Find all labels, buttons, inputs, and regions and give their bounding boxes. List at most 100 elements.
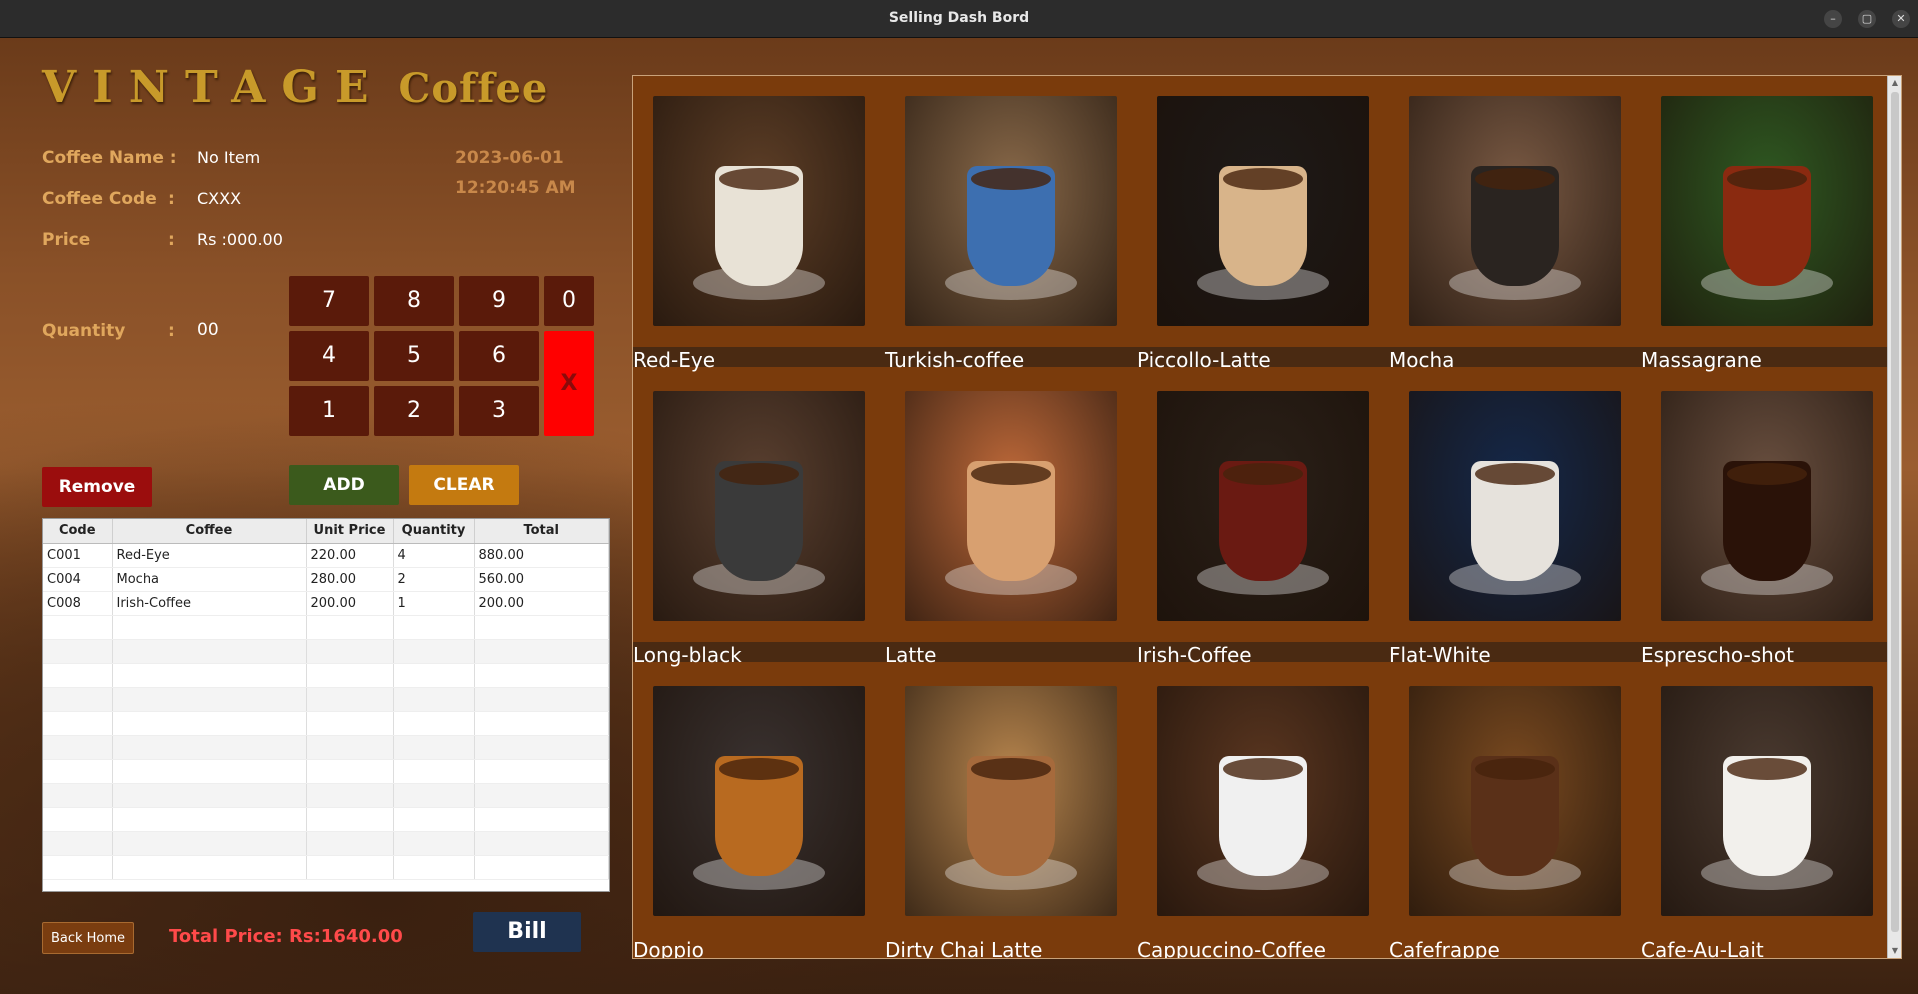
cell-code: C001: [43, 543, 113, 568]
time-display: 12:20:45 AM: [455, 178, 576, 198]
cell-code: C004: [43, 567, 113, 592]
product-photo[interactable]: [905, 96, 1117, 326]
cell-unit-price: 220.00: [306, 543, 394, 568]
empty-table-row: [43, 831, 609, 856]
cell-total: 560.00: [474, 567, 609, 592]
keypad-9[interactable]: 9: [459, 276, 539, 326]
product-name: Red-Eye: [633, 348, 715, 372]
product-photo[interactable]: [905, 391, 1117, 621]
column-header-code[interactable]: Code: [43, 519, 113, 544]
product-name: Massagrane: [1641, 348, 1762, 372]
keypad-0[interactable]: 0: [544, 276, 594, 326]
brand-word-vintage: VINTAGE: [42, 62, 385, 113]
empty-table-row: [43, 663, 609, 688]
keypad-clear-x[interactable]: X: [544, 331, 594, 436]
product-name: Turkish-coffee: [885, 348, 1025, 372]
cell-unit-price: 200.00: [306, 591, 394, 616]
cell-quantity: 2: [393, 567, 475, 592]
scroll-down-icon[interactable]: ▼: [1888, 944, 1901, 958]
product-photo[interactable]: [653, 96, 865, 326]
product-photo[interactable]: [1409, 391, 1621, 621]
close-icon[interactable]: ✕: [1892, 10, 1910, 28]
product-photo[interactable]: [653, 391, 865, 621]
selling-dashboard: VINTAGE Coffee Coffee Name : No Item Coff…: [0, 38, 1918, 994]
product-photo[interactable]: [1661, 686, 1873, 916]
coffee-name-value: No Item: [197, 148, 261, 167]
maximize-icon[interactable]: ▢: [1858, 10, 1876, 28]
keypad-7[interactable]: 7: [289, 276, 369, 326]
product-photo[interactable]: [653, 686, 865, 916]
product-photo[interactable]: [1157, 391, 1369, 621]
add-button[interactable]: ADD: [289, 465, 399, 505]
product-name: Doppio: [633, 938, 704, 959]
product-name: Cafe-Au-Lait: [1641, 938, 1764, 959]
total-price: Total Price: Rs:1640.00: [169, 926, 403, 947]
cell-total: 200.00: [474, 591, 609, 616]
column-header-coffee[interactable]: Coffee: [112, 519, 307, 544]
cell-coffee: Irish-Coffee: [112, 591, 307, 616]
coffee-surface-shape: [971, 168, 1051, 190]
product-photo[interactable]: [1661, 96, 1873, 326]
order-table[interactable]: Code Coffee Unit Price Quantity Total C0…: [42, 518, 610, 892]
coffee-surface-shape: [1475, 463, 1555, 485]
product-name: Esprescho-shot: [1641, 643, 1794, 667]
brand-logo: VINTAGE Coffee: [42, 62, 548, 113]
keypad-3[interactable]: 3: [459, 386, 539, 436]
coffee-surface-shape: [1475, 758, 1555, 780]
cell-total: 880.00: [474, 543, 609, 568]
column-header-quantity[interactable]: Quantity: [393, 519, 475, 544]
product-photo[interactable]: [1157, 686, 1369, 916]
cell-unit-price: 280.00: [306, 567, 394, 592]
empty-table-row: [43, 711, 609, 736]
coffee-code-value: CXXX: [197, 189, 242, 208]
coffee-surface-shape: [719, 168, 799, 190]
product-photo[interactable]: [1661, 391, 1873, 621]
keypad-5[interactable]: 5: [374, 331, 454, 381]
keypad-4[interactable]: 4: [289, 331, 369, 381]
empty-table-row: [43, 687, 609, 712]
cell-coffee: Mocha: [112, 567, 307, 592]
product-photo[interactable]: [1409, 96, 1621, 326]
quantity-label: Quantity: [42, 321, 126, 341]
vertical-scrollbar[interactable]: ▲ ▼: [1887, 76, 1901, 958]
table-row[interactable]: C004 Mocha 280.00 2 560.00: [43, 567, 609, 592]
product-name: Flat-White: [1389, 643, 1491, 667]
price-label: Price: [42, 230, 91, 250]
scroll-up-icon[interactable]: ▲: [1888, 76, 1901, 90]
table-row[interactable]: C001 Red-Eye 220.00 4 880.00: [43, 543, 609, 568]
cell-quantity: 4: [393, 543, 475, 568]
empty-table-row: [43, 759, 609, 784]
column-header-unit-price[interactable]: Unit Price: [306, 519, 394, 544]
clear-button[interactable]: CLEAR: [409, 465, 519, 505]
coffee-surface-shape: [1727, 758, 1807, 780]
keypad-8[interactable]: 8: [374, 276, 454, 326]
product-name: Long-black: [633, 643, 742, 667]
table-row[interactable]: C008 Irish-Coffee 200.00 1 200.00: [43, 591, 609, 616]
cell-code: C008: [43, 591, 113, 616]
back-home-button[interactable]: Back Home: [42, 922, 134, 954]
keypad-6[interactable]: 6: [459, 331, 539, 381]
product-name: Piccollo-Latte: [1137, 348, 1271, 372]
quantity-colon: :: [168, 321, 175, 341]
empty-table-row: [43, 807, 609, 832]
scrollbar-thumb[interactable]: [1891, 92, 1899, 932]
brand-word-coffee: Coffee: [398, 65, 549, 112]
bill-button[interactable]: Bill: [473, 912, 581, 952]
empty-table-row: [43, 735, 609, 760]
product-photo[interactable]: [1157, 96, 1369, 326]
product-name: Cafefrappe: [1389, 938, 1500, 959]
column-header-total[interactable]: Total: [474, 519, 609, 544]
product-photo[interactable]: [1409, 686, 1621, 916]
quantity-value: 00: [197, 320, 219, 340]
empty-table-row: [43, 639, 609, 664]
coffee-code-colon: :: [168, 189, 175, 209]
coffee-surface-shape: [1223, 463, 1303, 485]
keypad-1[interactable]: 1: [289, 386, 369, 436]
remove-button[interactable]: Remove: [42, 467, 152, 507]
window-title: Selling Dash Bord: [888, 10, 1030, 26]
product-photo[interactable]: [905, 686, 1117, 916]
keypad-2[interactable]: 2: [374, 386, 454, 436]
product-name: Latte: [885, 643, 937, 667]
minimize-icon[interactable]: –: [1824, 10, 1842, 28]
empty-table-row: [43, 615, 609, 640]
